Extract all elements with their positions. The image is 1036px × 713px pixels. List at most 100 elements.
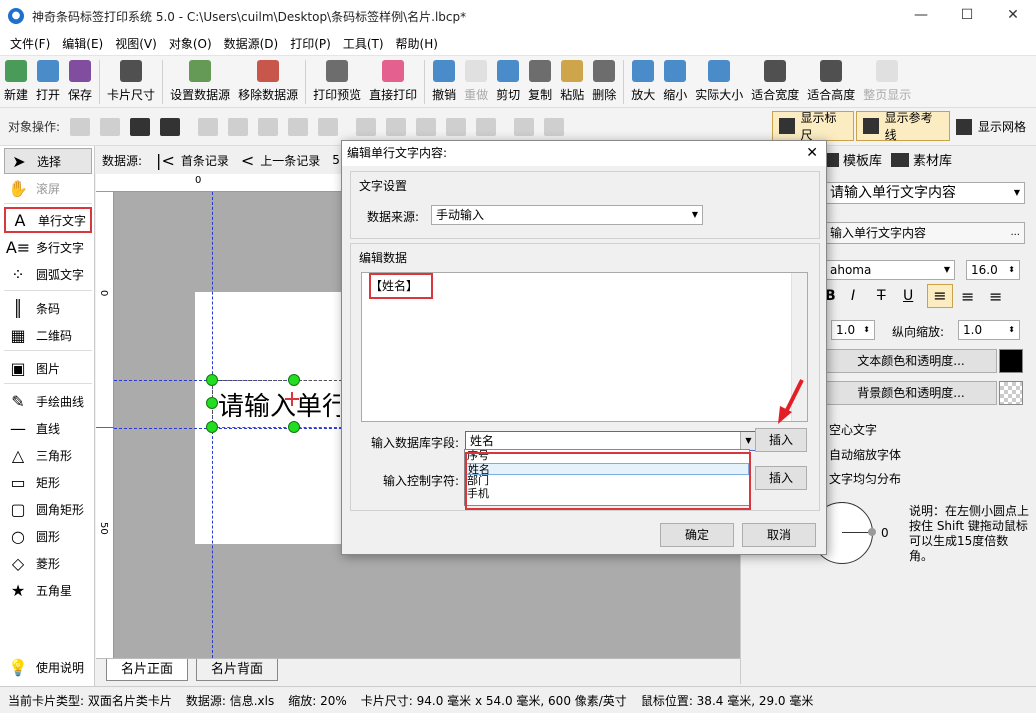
cancel-button[interactable]: 取消 bbox=[742, 523, 816, 547]
align-left-button[interactable]: ≡ bbox=[927, 284, 953, 308]
ok-button[interactable]: 确定 bbox=[660, 523, 734, 547]
tool-single-line-text[interactable]: A 单行文字 bbox=[4, 207, 92, 233]
zoom-in-button[interactable]: 放大 bbox=[627, 56, 659, 103]
layers-icon[interactable] bbox=[130, 117, 151, 136]
text-object[interactable]: 请输入单行 bbox=[218, 386, 340, 423]
undo-button[interactable]: 撤销 bbox=[428, 56, 460, 103]
hollow-text-checkbox[interactable]: 空心文字 bbox=[829, 421, 877, 438]
tool-circle[interactable]: ○ 圆形 bbox=[4, 523, 92, 549]
tool-line[interactable]: — 直线 bbox=[4, 415, 92, 441]
tool-arc-text[interactable]: ⁘ 圆弧文字 bbox=[4, 261, 92, 287]
tool-image[interactable]: ▣ 图片 bbox=[4, 355, 92, 381]
insert-control-char-button[interactable]: 插入 bbox=[755, 466, 807, 490]
text-color-button[interactable]: 文本颜色和透明度... bbox=[825, 349, 997, 373]
layer-down-icon[interactable] bbox=[100, 117, 121, 136]
same-width-icon[interactable] bbox=[446, 117, 467, 136]
show-ruler-toggle[interactable]: 显示标尺 bbox=[772, 111, 854, 142]
tool-diamond[interactable]: ◇ 菱形 bbox=[4, 550, 92, 576]
actual-size-button[interactable]: 实际大小 bbox=[691, 56, 747, 103]
menu-edit[interactable]: 编辑(E) bbox=[62, 35, 103, 52]
align-right-icon[interactable] bbox=[258, 117, 279, 136]
tool-qrcode[interactable]: ▦ 二维码 bbox=[4, 322, 92, 348]
close-window-button[interactable]: ✕ bbox=[990, 0, 1036, 32]
align-center-button[interactable]: ≡ bbox=[961, 287, 974, 306]
auto-scale-checkbox[interactable]: 自动缩放字体 bbox=[829, 446, 901, 463]
group-icon[interactable] bbox=[514, 117, 535, 136]
new-file-button[interactable]: 新建 bbox=[0, 56, 32, 103]
text-color-swatch[interactable] bbox=[999, 349, 1023, 373]
distribute-v-icon[interactable] bbox=[476, 117, 497, 136]
layer-up-icon[interactable] bbox=[70, 117, 91, 136]
resize-handle-tc[interactable] bbox=[288, 374, 300, 386]
tool-triangle[interactable]: △ 三角形 bbox=[4, 442, 92, 468]
database-settings-button[interactable]: 设置数据源 bbox=[166, 56, 234, 103]
menu-print[interactable]: 打印(P) bbox=[290, 35, 331, 52]
menu-object[interactable]: 对象(O) bbox=[169, 35, 212, 52]
horizontal-scale-spinner[interactable]: 1.0 ⬍ bbox=[831, 320, 875, 340]
fit-height-button[interactable]: 适合高度 bbox=[803, 56, 859, 103]
tool-star[interactable]: ★ 五角星 bbox=[4, 577, 92, 603]
first-record-button[interactable]: 首条记录 bbox=[181, 152, 229, 169]
align-bottom-icon[interactable] bbox=[416, 117, 437, 136]
distribute-h-icon[interactable] bbox=[318, 117, 339, 136]
align-top-icon[interactable] bbox=[288, 117, 309, 136]
print-preview-button[interactable]: 打印预览 bbox=[309, 56, 365, 103]
save-button[interactable]: 保存 bbox=[64, 56, 96, 103]
menu-view[interactable]: 视图(V) bbox=[115, 35, 157, 52]
redo-button[interactable]: 重做 bbox=[460, 56, 492, 103]
tool-lightbulb[interactable]: 💡 使用说明 bbox=[4, 654, 92, 680]
ungroup-icon[interactable] bbox=[544, 117, 565, 136]
align-center-icon[interactable] bbox=[228, 117, 249, 136]
tool-freehand[interactable]: ✎ 手绘曲线 bbox=[4, 388, 92, 414]
tool-barcode[interactable]: ║ 条码 bbox=[4, 295, 92, 321]
copy-button[interactable]: 复制 bbox=[524, 56, 556, 103]
show-grid-toggle[interactable]: 显示网格 bbox=[956, 118, 1026, 135]
prev-record-icon[interactable]: < bbox=[241, 151, 254, 170]
tool-pointer[interactable]: ➤ 选择 bbox=[4, 148, 92, 174]
align-top-edge-icon[interactable] bbox=[356, 117, 377, 136]
data-source-select[interactable]: 手动输入 ▼ bbox=[431, 205, 703, 225]
vertical-scale-spinner[interactable]: 1.0 ⬍ bbox=[958, 320, 1020, 340]
tool-hand[interactable]: ✋ 滚屏 bbox=[4, 175, 92, 201]
italic-button[interactable]: I bbox=[851, 288, 855, 304]
text-content-input[interactable]: 输入单行文字内容... bbox=[825, 222, 1025, 244]
resize-handle-tl[interactable] bbox=[206, 374, 218, 386]
zoom-out-button[interactable]: 缩小 bbox=[659, 56, 691, 103]
distribute-text-checkbox[interactable]: 文字均匀分布 bbox=[829, 470, 901, 487]
text-content-combo[interactable]: 请输入单行文字内容 ▼ bbox=[825, 182, 1025, 204]
menu-help[interactable]: 帮助(H) bbox=[396, 35, 438, 52]
first-record-icon[interactable]: |< bbox=[156, 151, 175, 170]
maximize-button[interactable]: ☐ bbox=[944, 0, 990, 32]
font-family-select[interactable]: ahoma ▼ bbox=[825, 260, 955, 280]
resize-handle-bl[interactable] bbox=[206, 421, 218, 433]
fit-page-button[interactable]: 整页显示 bbox=[859, 56, 915, 103]
tab-back[interactable]: 名片背面 bbox=[196, 659, 279, 681]
align-middle-icon[interactable] bbox=[386, 117, 407, 136]
tab-front[interactable]: 名片正面 bbox=[106, 659, 189, 681]
menu-datasource[interactable]: 数据源(D) bbox=[224, 35, 279, 52]
print-button[interactable]: 直接打印 bbox=[365, 56, 421, 103]
cut-button[interactable]: 剪切 bbox=[492, 56, 524, 103]
strikethrough-button[interactable]: T bbox=[877, 288, 886, 304]
database-remove-button[interactable]: 移除数据源 bbox=[234, 56, 302, 103]
prev-record-button[interactable]: 上一条记录 bbox=[260, 152, 320, 169]
dialog-close-icon[interactable]: ✕ bbox=[806, 141, 818, 166]
tool-rectangle[interactable]: ▭ 矩形 bbox=[4, 469, 92, 495]
card-size-button[interactable]: 卡片尺寸 bbox=[103, 56, 159, 103]
layers-bottom-icon[interactable] bbox=[160, 117, 181, 136]
resize-handle-bc[interactable] bbox=[288, 421, 300, 433]
tool-rounded-rectangle[interactable]: ▢ 圆角矩形 bbox=[4, 496, 92, 522]
tab-assets[interactable]: 素材库 bbox=[891, 150, 952, 169]
minimize-button[interactable]: — bbox=[898, 0, 944, 32]
background-color-swatch[interactable] bbox=[999, 381, 1023, 405]
menu-tools[interactable]: 工具(T) bbox=[343, 35, 384, 52]
fit-width-button[interactable]: 适合宽度 bbox=[747, 56, 803, 103]
paste-button[interactable]: 粘贴 bbox=[556, 56, 588, 103]
resize-handle-ml[interactable] bbox=[206, 397, 218, 409]
delete-button[interactable]: 删除 bbox=[588, 56, 620, 103]
tab-templates[interactable]: 模板库 bbox=[825, 150, 882, 169]
align-left-icon[interactable] bbox=[198, 117, 219, 136]
open-button[interactable]: 打开 bbox=[32, 56, 64, 103]
chevron-down-icon[interactable]: ▼ bbox=[740, 432, 756, 450]
show-guides-toggle[interactable]: 显示参考线 bbox=[856, 111, 950, 142]
